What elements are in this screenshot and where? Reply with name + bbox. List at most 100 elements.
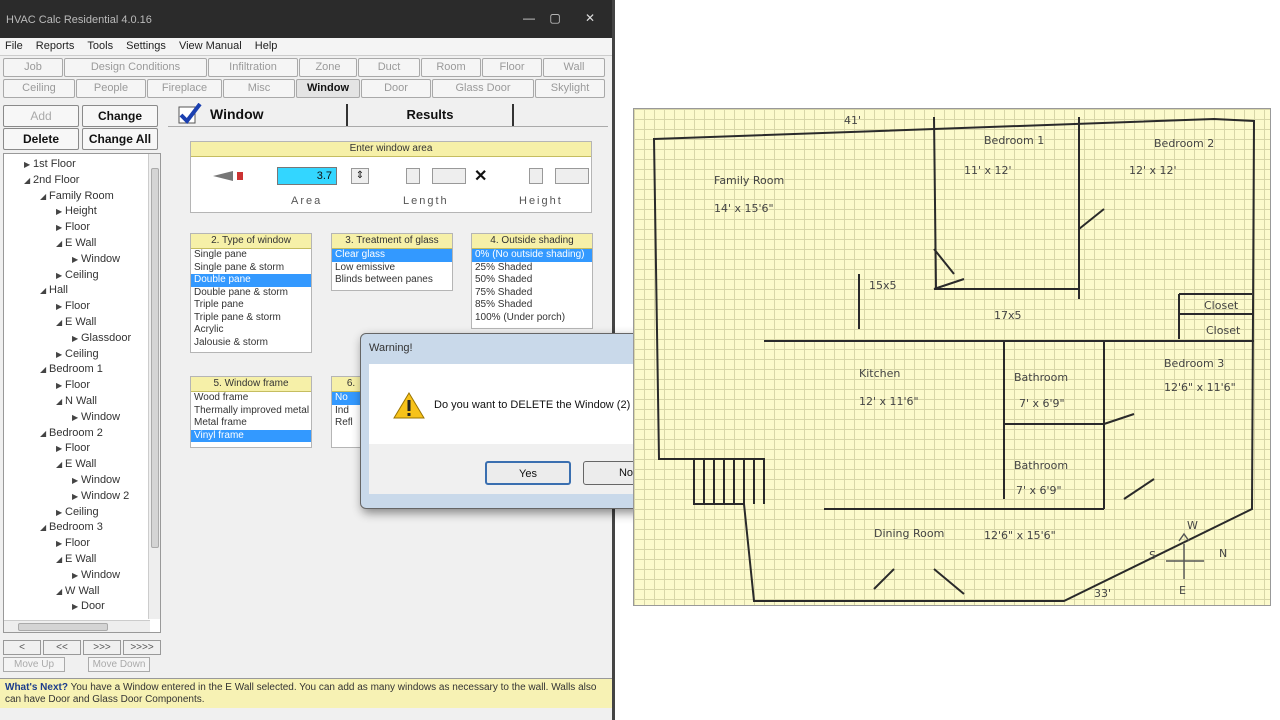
tree-item[interactable]: ▶ Window [72, 568, 120, 583]
tab-misc[interactable]: Misc [223, 79, 295, 98]
tab-people[interactable]: People [76, 79, 146, 98]
tree-item[interactable]: ▶ Floor [56, 220, 90, 235]
collapse-arrow-icon[interactable]: ◢ [56, 457, 65, 472]
tree-item[interactable]: ◢ Family Room [40, 189, 114, 204]
menu-settings[interactable]: Settings [121, 38, 171, 54]
option-item[interactable]: Double pane [191, 274, 311, 287]
length-ft-input[interactable] [432, 168, 466, 184]
height-ft-input[interactable] [555, 168, 589, 184]
tree-item[interactable]: ◢ E Wall [56, 552, 96, 567]
option-item[interactable]: Double pane & storm [191, 287, 311, 300]
option-item[interactable]: Clear glass [332, 249, 452, 262]
tab-window[interactable]: Window [296, 79, 360, 98]
expand-arrow-icon[interactable]: ▶ [56, 268, 65, 283]
expand-arrow-icon[interactable]: ▶ [56, 204, 65, 219]
menu-view-manual[interactable]: View Manual [174, 38, 247, 54]
tree-item[interactable]: ▶ 1st Floor [24, 157, 76, 172]
tree-view[interactable]: ▶ 1st Floor ◢ 2nd Floor ◢ Family Room ▶ Height ▶… [4, 154, 150, 619]
tree-item[interactable]: ◢ Hall [40, 283, 68, 298]
collapse-arrow-icon[interactable]: ◢ [56, 394, 65, 409]
tab-design-conditions[interactable]: Design Conditions [64, 58, 207, 77]
option-item[interactable]: 0% (No outside shading) [472, 249, 592, 262]
option-item[interactable]: Low emissive [332, 262, 452, 275]
height-input[interactable] [529, 168, 543, 184]
expand-arrow-icon[interactable]: ▶ [56, 220, 65, 235]
tab-zone[interactable]: Zone [299, 58, 357, 77]
option-item[interactable]: Single pane [191, 249, 311, 262]
option-item[interactable]: Acrylic [191, 324, 311, 337]
option-item[interactable]: Vinyl frame [191, 429, 311, 442]
move-down-button[interactable]: Move Down [88, 657, 150, 672]
option-item[interactable]: Triple pane [191, 299, 311, 312]
option-item[interactable]: 100% (Under porch) [472, 312, 592, 325]
expand-arrow-icon[interactable]: ▶ [24, 157, 33, 172]
option-item[interactable]: 75% Shaded [472, 287, 592, 300]
tree-item[interactable]: ◢ E Wall [56, 236, 96, 251]
tree-item[interactable]: ▶ Window [72, 410, 120, 425]
expand-arrow-icon[interactable]: ▶ [56, 505, 65, 520]
collapse-arrow-icon[interactable]: ◢ [56, 584, 65, 599]
collapse-arrow-icon[interactable]: ◢ [24, 173, 33, 188]
length-input[interactable] [406, 168, 420, 184]
expand-arrow-icon[interactable]: ▶ [72, 331, 81, 346]
minimize-icon[interactable]: — [520, 11, 538, 25]
expand-arrow-icon[interactable]: ▶ [72, 473, 81, 488]
expand-arrow-icon[interactable]: ▶ [72, 568, 81, 583]
tree-item[interactable]: ▶ Floor [56, 536, 90, 551]
next-record-button[interactable]: >>> [83, 640, 121, 655]
option-item[interactable]: Metal frame [191, 417, 311, 430]
change-all-button[interactable]: Change All [82, 128, 158, 150]
tree-vertical-scrollbar[interactable] [148, 154, 160, 619]
tree-item[interactable]: ▶ Ceiling [56, 347, 99, 362]
tab-duct[interactable]: Duct [358, 58, 420, 77]
tree-item[interactable]: ◢ E Wall [56, 457, 96, 472]
option-item[interactable]: Triple pane & storm [191, 312, 311, 325]
tree-item[interactable]: ◢ Bedroom 3 [40, 520, 103, 535]
tree-item[interactable]: ▶ Floor [56, 299, 90, 314]
tree-item[interactable]: ▶ Glassdoor [72, 331, 131, 346]
tree-item[interactable]: ▶ Window [72, 473, 120, 488]
close-icon[interactable]: ✕ [581, 11, 599, 25]
tree-item[interactable]: ▶ Floor [56, 441, 90, 456]
tree-item[interactable]: ◢ E Wall [56, 315, 96, 330]
add-button[interactable]: Add [3, 105, 79, 127]
tab-infiltration[interactable]: Infiltration [208, 58, 298, 77]
tree-item[interactable]: ▶ Door [72, 599, 105, 614]
tree-item[interactable]: ▶ Ceiling [56, 268, 99, 283]
option-item[interactable]: 25% Shaded [472, 262, 592, 275]
collapse-arrow-icon[interactable]: ◢ [40, 520, 49, 535]
expand-arrow-icon[interactable]: ▶ [72, 410, 81, 425]
option-item[interactable]: Single pane & storm [191, 262, 311, 275]
tree-item[interactable]: ▶ Window [72, 252, 120, 267]
tree-item[interactable]: ▶ Window 2 [72, 489, 129, 504]
tree-item[interactable]: ▶ Ceiling [56, 505, 99, 520]
expand-arrow-icon[interactable]: ▶ [72, 489, 81, 504]
expand-arrow-icon[interactable]: ▶ [56, 441, 65, 456]
change-button[interactable]: Change [82, 105, 158, 127]
option-item[interactable]: Thermally improved metal [191, 405, 311, 418]
option-item[interactable]: Blinds between panes [332, 274, 452, 287]
area-input[interactable]: 3.7 [277, 167, 337, 185]
collapse-arrow-icon[interactable]: ◢ [40, 426, 49, 441]
move-up-button[interactable]: Move Up [3, 657, 65, 672]
expand-arrow-icon[interactable]: ▶ [56, 299, 65, 314]
tab-wall[interactable]: Wall [543, 58, 605, 77]
tab-skylight[interactable]: Skylight [535, 79, 605, 98]
menu-help[interactable]: Help [250, 38, 283, 54]
collapse-arrow-icon[interactable]: ◢ [40, 362, 49, 377]
collapse-arrow-icon[interactable]: ◢ [56, 315, 65, 330]
option-item[interactable]: 85% Shaded [472, 299, 592, 312]
maximize-icon[interactable]: ▢ [546, 11, 564, 25]
collapse-arrow-icon[interactable]: ◢ [40, 283, 49, 298]
tab-job[interactable]: Job [3, 58, 63, 77]
option-item[interactable]: 50% Shaded [472, 274, 592, 287]
option-item[interactable]: Jalousie & storm [191, 337, 311, 350]
tree-item[interactable]: ▶ Floor [56, 378, 90, 393]
delete-button[interactable]: Delete [3, 128, 79, 150]
area-spin-icon[interactable]: ⇕ [351, 168, 369, 184]
tab-floor[interactable]: Floor [482, 58, 542, 77]
menu-file[interactable]: File [0, 38, 28, 54]
tab-glass-door[interactable]: Glass Door [432, 79, 534, 98]
tree-item[interactable]: ▶ Height [56, 204, 97, 219]
expand-arrow-icon[interactable]: ▶ [72, 599, 81, 614]
